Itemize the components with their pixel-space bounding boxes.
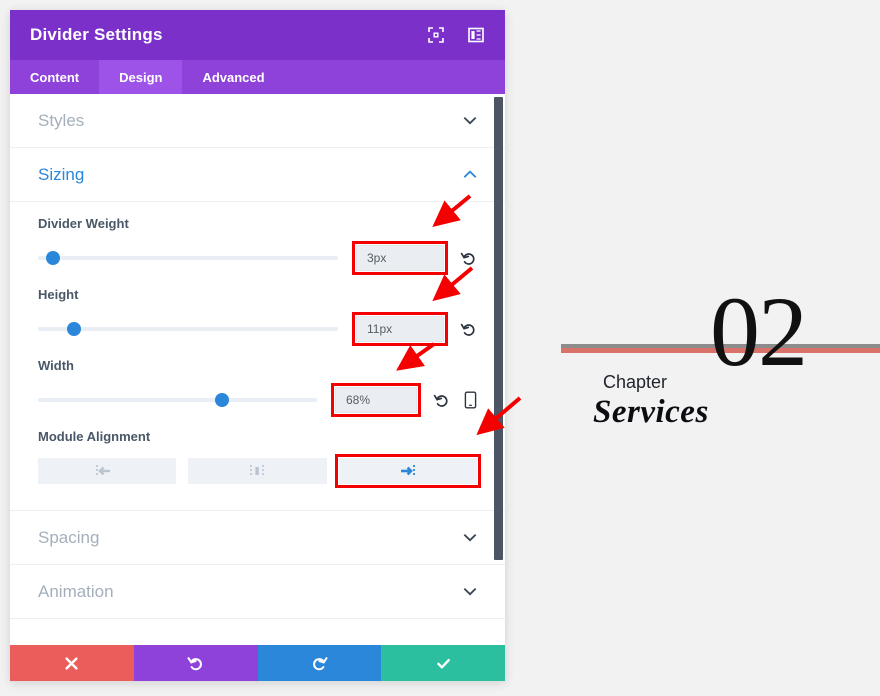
section-toggle-spacing[interactable]: Spacing [10,511,505,565]
section-title-spacing: Spacing [38,528,463,548]
redo-button[interactable] [258,645,382,681]
slider-track [38,398,317,402]
modal-tab-bar: Content Design Advanced [10,60,505,94]
align-right-icon [395,464,421,478]
tab-advanced[interactable]: Advanced [182,60,284,94]
sizing-section-content: Divider Weight 3px [10,202,505,511]
align-left-button[interactable] [38,458,176,484]
tab-content[interactable]: Content [10,60,99,94]
align-left-icon [94,464,120,478]
divider-settings-modal: Divider Settings Content [10,10,505,681]
label-module-alignment: Module Alignment [38,429,477,444]
label-height: Height [38,287,477,302]
chevron-up-icon [463,170,477,179]
close-x-icon [63,655,80,672]
tab-design[interactable]: Design [99,60,182,94]
input-width[interactable]: 68% [335,387,417,413]
modal-header: Divider Settings [10,10,505,60]
slider-handle[interactable] [215,393,229,407]
undo-button[interactable] [134,645,258,681]
layout-panel-icon[interactable] [467,26,485,44]
reset-icon[interactable] [460,321,477,338]
modal-footer [10,645,505,681]
vertical-scrollbar[interactable] [494,97,503,560]
check-icon [435,655,452,672]
field-width: Width 68% [38,358,477,413]
slider-divider-weight[interactable] [38,247,338,269]
reset-icon[interactable] [460,250,477,267]
divider-preview: 02 Chapter Services [515,0,880,696]
chevron-down-icon [463,533,477,542]
slider-height[interactable] [38,318,338,340]
input-height[interactable]: 11px [356,316,444,342]
slider-track [38,256,338,260]
focus-expand-icon[interactable] [427,26,445,44]
align-center-icon [244,464,270,478]
label-width: Width [38,358,477,373]
section-title-styles: Styles [38,111,463,131]
field-divider-weight: Divider Weight 3px [38,216,477,271]
field-module-alignment: Module Alignment [38,429,477,484]
header-icon-group [427,26,485,44]
modal-body: Styles Sizing Divider Weight [10,94,505,645]
save-button[interactable] [381,645,505,681]
section-toggle-styles[interactable]: Styles [10,94,505,148]
section-title-animation: Animation [38,582,463,602]
chapter-title: Services [593,394,709,431]
slider-track [38,327,338,331]
section-toggle-animation[interactable]: Animation [10,565,505,619]
section-toggle-sizing[interactable]: Sizing [10,148,505,202]
redo-icon [311,655,328,672]
slider-handle[interactable] [67,322,81,336]
settings-scroll-area: Styles Sizing Divider Weight [10,94,505,645]
mobile-icon[interactable] [464,391,477,409]
chevron-down-icon [463,587,477,596]
chapter-label: Chapter [603,372,667,393]
chevron-down-icon [463,116,477,125]
slider-width[interactable] [38,389,317,411]
field-height: Height 11px [38,287,477,342]
undo-icon [187,655,204,672]
modal-title: Divider Settings [30,25,427,45]
align-right-button[interactable] [339,458,477,484]
align-center-button[interactable] [188,458,326,484]
input-divider-weight[interactable]: 3px [356,245,444,271]
label-divider-weight: Divider Weight [38,216,477,231]
section-title-sizing: Sizing [38,165,463,185]
chapter-number: 02 [710,282,806,382]
cancel-button[interactable] [10,645,134,681]
slider-handle[interactable] [46,251,60,265]
reset-icon[interactable] [433,392,450,409]
